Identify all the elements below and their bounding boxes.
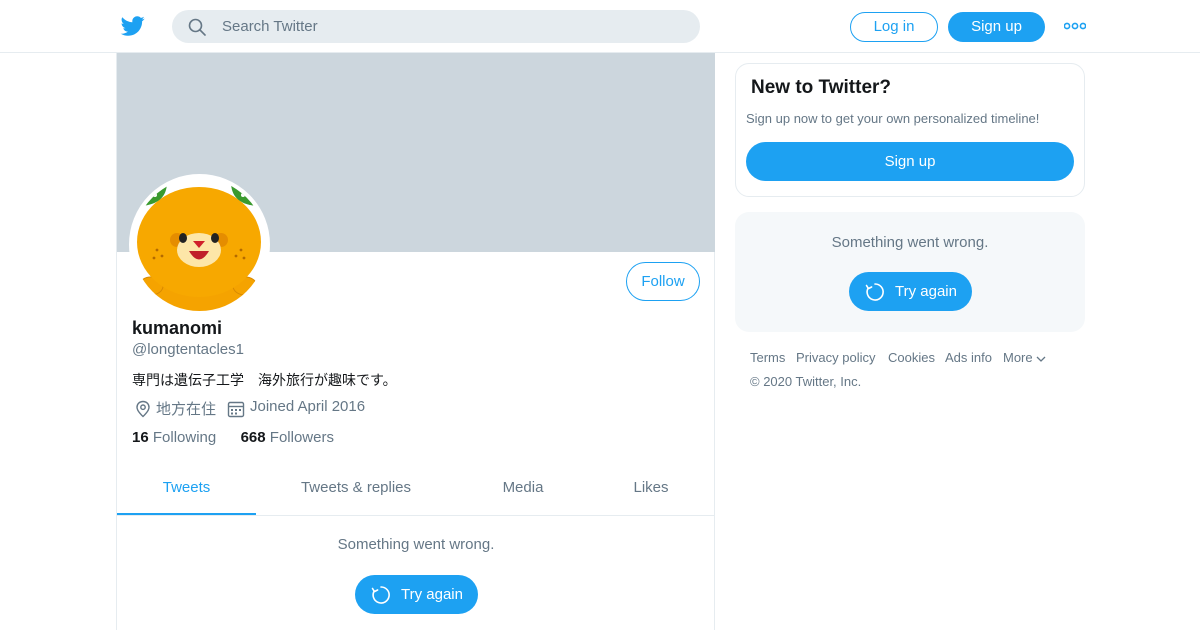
try-again-label: Try again (401, 586, 463, 603)
profile-name: kumanomi (132, 318, 223, 338)
refresh-icon (865, 283, 884, 301)
followers-label: Followers (269, 429, 334, 446)
footer-link-cookies[interactable]: Cookies (888, 350, 935, 365)
avatar[interactable] (129, 174, 270, 315)
profile-tabs: Tweets Tweets & replies Media Likes (117, 467, 715, 516)
new-card-text: Sign up now to get your own personalized… (746, 111, 1040, 126)
new-card-title: New to Twitter? (751, 77, 892, 98)
top-navigation-bar: Search Twitter Log in Sign up (0, 0, 1200, 53)
refresh-icon (371, 586, 390, 604)
sidebar-error-card: Something went wrong. Try again (735, 212, 1085, 332)
new-to-twitter-card: New to Twitter? Sign up now to get your … (735, 63, 1085, 197)
profile-bio: 専門は遺伝子工学 海外旅行が趣味です。 (132, 372, 397, 388)
location-pin-icon (136, 400, 150, 418)
sidebar-signup-button[interactable]: Sign up (746, 142, 1074, 181)
timeline-error-message: Something went wrong. (337, 536, 495, 553)
timeline-try-again-button[interactable]: Try again (355, 575, 478, 614)
calendar-icon (227, 401, 245, 418)
profile-handle: @longtentacles1 (132, 341, 244, 358)
tab-likes[interactable]: Likes (612, 467, 690, 515)
follow-button[interactable]: Follow (626, 262, 700, 301)
profile-counts: 16 Following 668 Followers (132, 429, 334, 446)
search-icon (188, 18, 206, 36)
following-link[interactable]: 16 Following (132, 429, 216, 446)
mascot-avatar-image (133, 178, 266, 311)
search-input[interactable]: Search Twitter (172, 10, 700, 43)
footer-link-more[interactable]: More (1003, 350, 1046, 365)
footer-link-privacy[interactable]: Privacy policy (796, 350, 875, 365)
footer-link-ads-info[interactable]: Ads info (945, 350, 992, 365)
sidebar-try-again-button[interactable]: Try again (849, 272, 972, 311)
profile-location: 地方在住 (156, 401, 217, 418)
footer-copyright: © 2020 Twitter, Inc. (750, 374, 862, 389)
footer-link-terms[interactable]: Terms (750, 350, 785, 365)
sidebar-error-message: Something went wrong. (831, 234, 989, 251)
followers-link[interactable]: 668 Followers (241, 429, 334, 446)
footer-more-label: More (1003, 350, 1033, 365)
profile-column: Follow kumanomi @longtentacles1 専門は遺伝子工学… (116, 53, 715, 630)
more-dots-icon[interactable] (1064, 21, 1086, 31)
following-count: 16 (132, 429, 149, 446)
tab-tweets-replies[interactable]: Tweets & replies (281, 467, 431, 515)
chevron-down-icon (1036, 356, 1046, 362)
tab-tweets[interactable]: Tweets (117, 467, 256, 515)
profile-joined: Joined April 2016 (250, 398, 366, 415)
try-again-label: Try again (895, 283, 957, 300)
twitter-bird-icon[interactable] (120, 14, 146, 38)
followers-count: 668 (240, 429, 266, 446)
login-button[interactable]: Log in (850, 12, 938, 42)
signup-button[interactable]: Sign up (948, 12, 1045, 42)
tab-media[interactable]: Media (477, 467, 569, 515)
search-placeholder: Search Twitter (222, 18, 318, 35)
following-label: Following (152, 429, 217, 446)
